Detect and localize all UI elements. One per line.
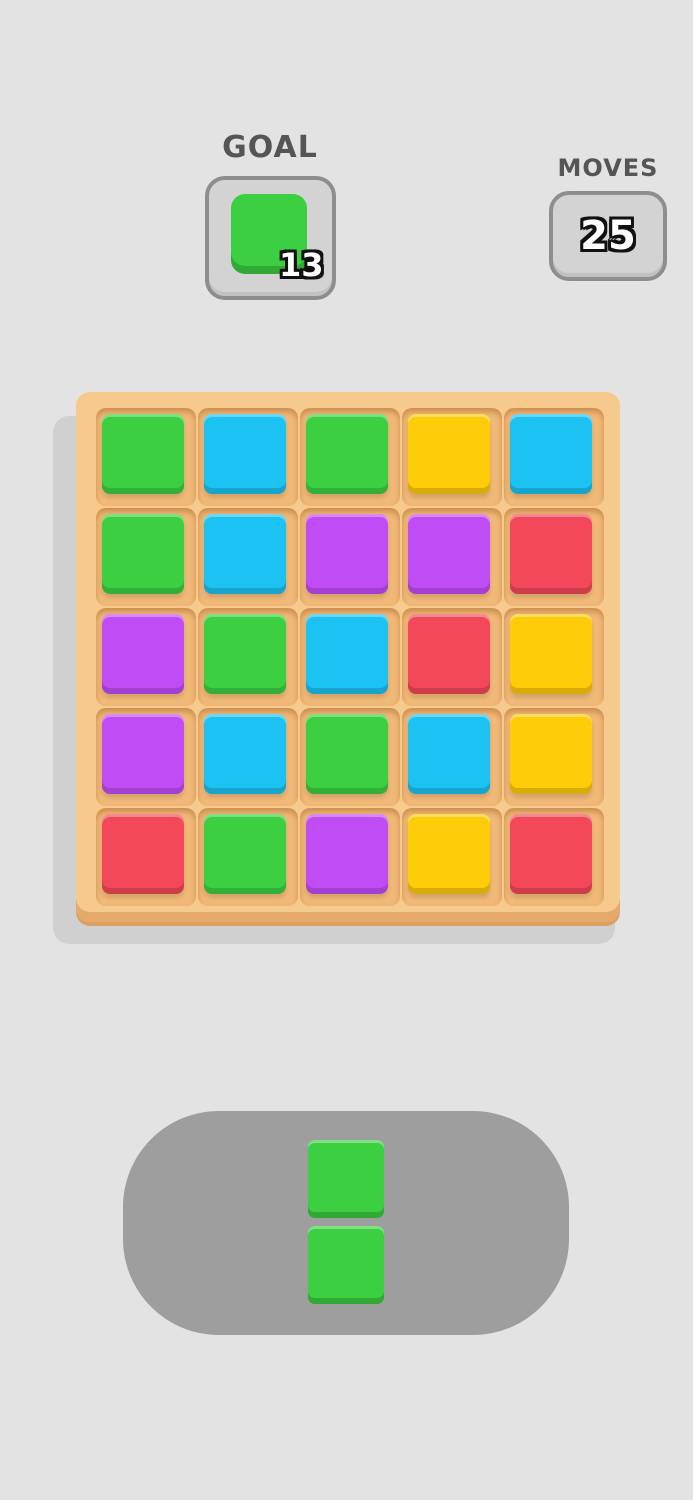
green-tile	[306, 714, 388, 794]
board-cell[interactable]	[402, 408, 502, 506]
blue-tile	[204, 514, 286, 594]
board-cell[interactable]	[198, 608, 298, 706]
board-cell[interactable]	[402, 708, 502, 806]
board-cell[interactable]	[504, 808, 604, 906]
red-tile	[510, 814, 592, 894]
red-tile	[102, 814, 184, 894]
moves-label: MOVES	[557, 154, 659, 182]
yellow-tile	[510, 714, 592, 794]
board-cell[interactable]	[402, 508, 502, 606]
purple-tile	[102, 714, 184, 794]
goal-label: GOAL	[222, 130, 318, 165]
green-tile	[204, 814, 286, 894]
board-cell[interactable]	[198, 708, 298, 806]
board-cell[interactable]	[198, 808, 298, 906]
board-cell[interactable]	[96, 508, 196, 606]
piece-green-tile[interactable]	[308, 1140, 384, 1218]
purple-tile	[306, 814, 388, 894]
green-tile	[102, 514, 184, 594]
blue-tile	[204, 714, 286, 794]
board-cell[interactable]	[300, 408, 400, 506]
green-tile	[204, 614, 286, 694]
board-cell[interactable]	[96, 808, 196, 906]
game-board[interactable]	[76, 392, 620, 922]
board-cell[interactable]	[402, 608, 502, 706]
purple-tile	[102, 614, 184, 694]
purple-tile	[408, 514, 490, 594]
board-cell[interactable]	[198, 508, 298, 606]
yellow-tile	[408, 414, 490, 494]
board-cell[interactable]	[402, 808, 502, 906]
board-cell[interactable]	[198, 408, 298, 506]
purple-tile	[306, 514, 388, 594]
yellow-tile	[510, 614, 592, 694]
blue-tile	[204, 414, 286, 494]
blue-tile	[408, 714, 490, 794]
board-cell[interactable]	[504, 708, 604, 806]
board-cell[interactable]	[300, 808, 400, 906]
piece-green-tile[interactable]	[308, 1226, 384, 1304]
board-cell[interactable]	[300, 708, 400, 806]
board-cell[interactable]	[504, 608, 604, 706]
red-tile	[510, 514, 592, 594]
goal-count: 13	[279, 246, 324, 284]
goal-panel: 13	[205, 176, 336, 300]
blue-tile	[510, 414, 592, 494]
moves-count: 25	[580, 213, 636, 259]
board-cell[interactable]	[504, 508, 604, 606]
yellow-tile	[408, 814, 490, 894]
moves-panel: 25	[549, 191, 667, 281]
green-tile	[102, 414, 184, 494]
board-cell[interactable]	[96, 408, 196, 506]
piece-tray[interactable]	[123, 1111, 569, 1335]
board-cell[interactable]	[300, 508, 400, 606]
board-cell[interactable]	[96, 708, 196, 806]
green-tile	[306, 414, 388, 494]
red-tile	[408, 614, 490, 694]
board-cell[interactable]	[504, 408, 604, 506]
blue-tile	[306, 614, 388, 694]
board-cell[interactable]	[300, 608, 400, 706]
board-cell[interactable]	[96, 608, 196, 706]
